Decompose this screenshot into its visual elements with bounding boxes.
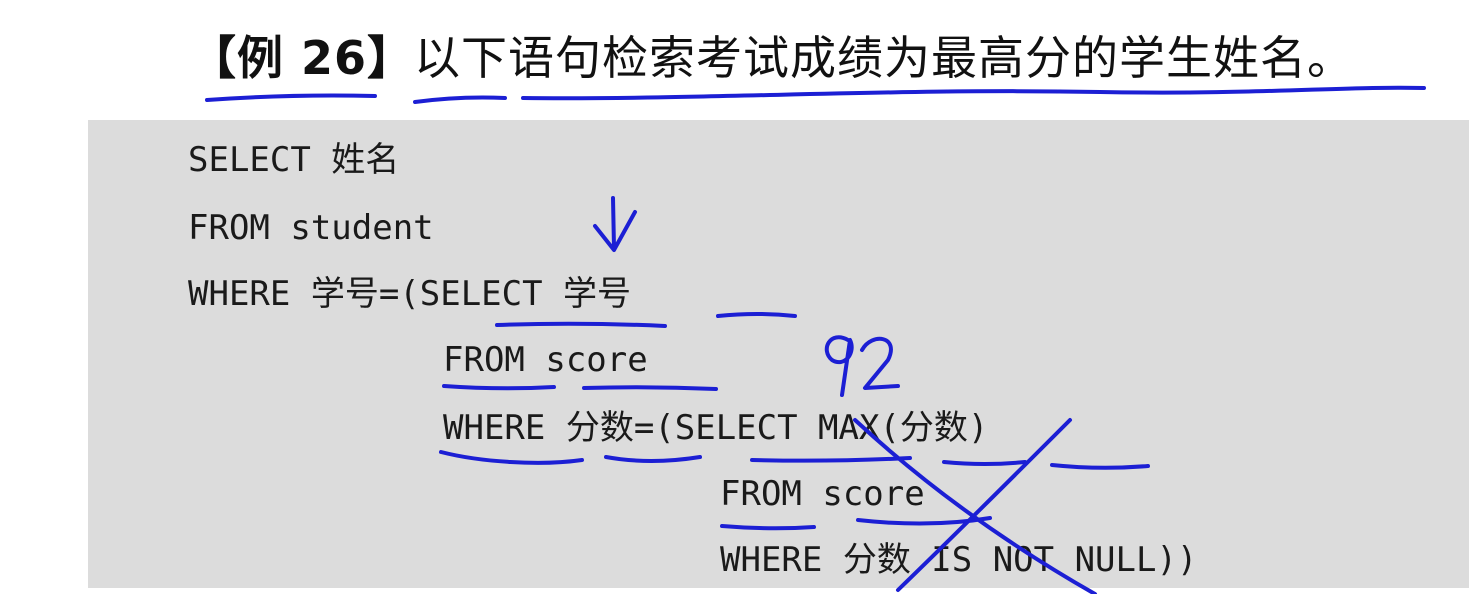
code-line-1: SELECT 姓名	[188, 140, 400, 180]
code-line-4: FROM score	[443, 340, 648, 380]
code-line-6: FROM score	[720, 474, 925, 514]
example-label: 【例 26】	[190, 31, 415, 85]
code-block: SELECT 姓名 FROM student WHERE 学号=(SELECT …	[88, 120, 1469, 588]
heading-underline-long	[521, 85, 1426, 101]
code-line-5: WHERE 分数=(SELECT MAX(分数)	[443, 408, 989, 448]
heading-underline-label	[205, 93, 377, 102]
code-line-7: WHERE 分数 IS NOT NULL))	[720, 540, 1198, 580]
example-heading: 【例 26】以下语句检索考试成绩为最高分的学生姓名。	[190, 28, 1354, 88]
code-line-2: FROM student	[188, 208, 434, 248]
heading-underline-short	[413, 95, 507, 104]
example-description: 以下语句检索考试成绩为最高分的学生姓名。	[414, 31, 1355, 85]
code-line-3: WHERE 学号=(SELECT 学号	[188, 274, 632, 314]
